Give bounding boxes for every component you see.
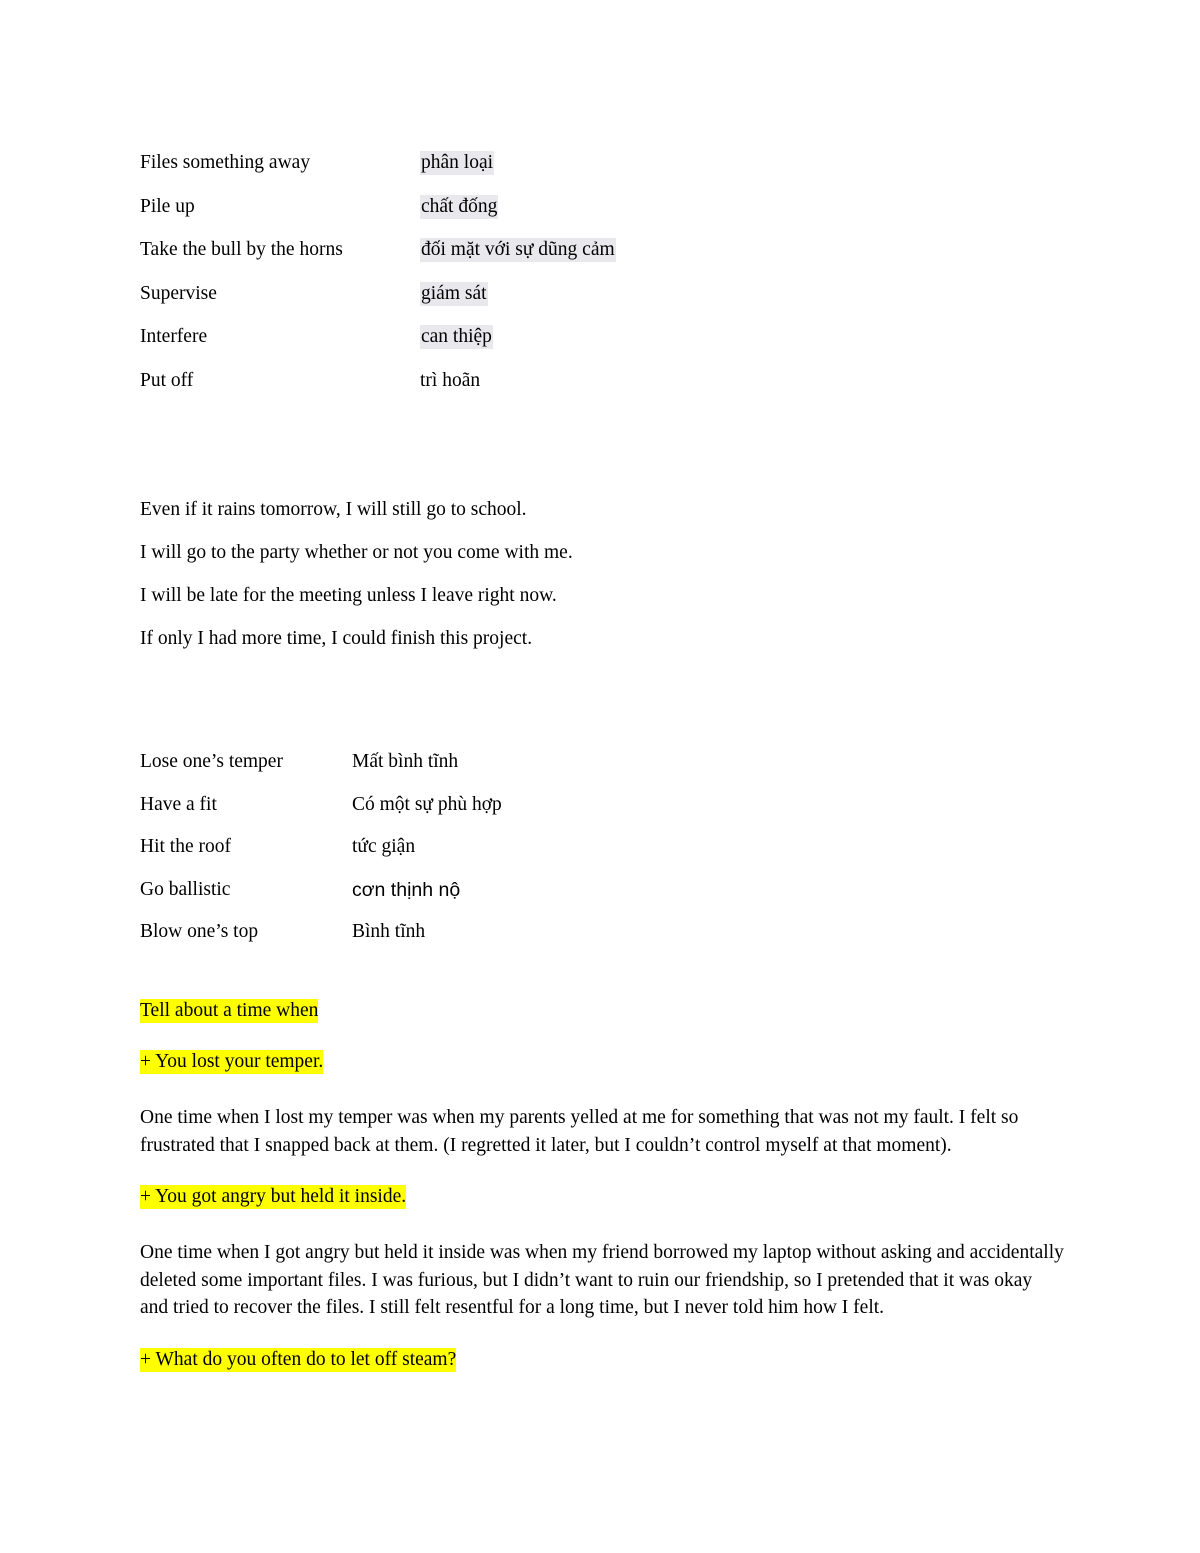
- speaking-prompt-2-text: + You got angry but held it inside.: [140, 1185, 407, 1209]
- vocab-vietnamese-cell: giám sát: [420, 272, 616, 316]
- list-item: Even if it rains tomorrow, I will still …: [140, 499, 527, 520]
- speaking-section-heading: Tell about a time when: [140, 997, 1064, 1024]
- speaking-prompt-3: + What do you often do to let off steam?: [140, 1346, 1064, 1373]
- vocab-vietnamese-term: đối mặt với sự dũng cảm: [420, 238, 616, 262]
- vocab-english-term: Blow one’s top: [140, 921, 259, 942]
- table-row: Hit the roof tức giận: [140, 826, 502, 869]
- vocab-table-2: Lose one’s temper Mất bình tĩnh Have a f…: [140, 741, 502, 954]
- table-row: Supervise giám sát: [140, 272, 616, 316]
- speaking-prompt-1-text: + You lost your temper.: [140, 1050, 324, 1074]
- speaking-answer-1: One time when I lost my temper was when …: [140, 1107, 1019, 1156]
- vocab-table-1: Files something away phân loại Pile up c…: [140, 141, 616, 402]
- table-row: Files something away phân loại: [140, 141, 616, 185]
- speaking-section: Tell about a time when + You lost your t…: [140, 997, 1064, 1373]
- table-row: Pile up chất đống: [140, 185, 616, 229]
- vocab-english-term: Go ballistic: [140, 878, 231, 900]
- table-row: Put off trì hoãn: [140, 359, 616, 403]
- vocab-vietnamese-term: chất đống: [420, 194, 499, 219]
- vocab-vietnamese-term: phân loại: [420, 151, 495, 175]
- vocab-english-term: Supervise: [140, 282, 217, 304]
- vocab-vietnamese-term: Mất bình tĩnh: [352, 751, 459, 772]
- vocab-english-term: Have a fit: [140, 793, 217, 815]
- vocab-vietnamese-term: cơn thịnh nộ: [352, 878, 461, 901]
- speaking-answer-2: One time when I got angry but held it in…: [140, 1242, 1064, 1318]
- example-sentences-section: Even if it rains tomorrow, I will still …: [140, 488, 573, 660]
- vocab-vietnamese-cell: phân loại: [420, 141, 616, 185]
- vocab-vietnamese-term: Có một sự phù hợp: [352, 793, 502, 815]
- speaking-heading-text: Tell about a time when: [140, 999, 319, 1023]
- vocab-english-term: Put off: [140, 369, 194, 391]
- vocab-english-term: Hit the roof: [140, 836, 231, 857]
- vocab-vietnamese-term: tức giận: [352, 836, 416, 857]
- vocab-section-2: Lose one’s temper Mất bình tĩnh Have a f…: [140, 741, 502, 954]
- vocab-vietnamese-term: can thiệp: [420, 325, 493, 349]
- table-row: Interfere can thiệp: [140, 315, 616, 359]
- list-item: If only I had more time, I could finish …: [140, 628, 533, 649]
- vocab-english-term: Take the bull by the horns: [140, 239, 343, 260]
- vocab-english-term: Interfere: [140, 326, 208, 347]
- vocab-vietnamese-term: Bình tĩnh: [352, 921, 426, 942]
- vocab-english-term: Files something away: [140, 152, 311, 173]
- example-sentence-list: Even if it rains tomorrow, I will still …: [140, 488, 573, 660]
- speaking-prompt-2: + You got angry but held it inside.: [140, 1183, 1064, 1210]
- vocab-vietnamese-cell: can thiệp: [420, 315, 616, 359]
- vocab-section-1: Files something away phân loại Pile up c…: [140, 141, 616, 402]
- speaking-prompt-3-text: + What do you often do to let off steam?: [140, 1347, 457, 1372]
- table-row: Lose one’s temper Mất bình tĩnh: [140, 741, 502, 784]
- table-row: Have a fit Có một sự phù hợp: [140, 784, 502, 827]
- vocab-vietnamese-cell: chất đống: [420, 185, 616, 229]
- table-row: Blow one’s top Bình tĩnh: [140, 911, 502, 954]
- vocab-vietnamese-term: trì hoãn: [420, 369, 481, 391]
- list-item: I will go to the party whether or not yo…: [140, 542, 573, 563]
- vocab-english-term: Pile up: [140, 195, 195, 217]
- table-row: Go ballistic cơn thịnh nộ: [140, 869, 502, 912]
- speaking-prompt-1: + You lost your temper.: [140, 1048, 1064, 1075]
- vocab-vietnamese-cell: trì hoãn: [420, 359, 616, 403]
- vocab-vietnamese-cell: đối mặt với sự dũng cảm: [420, 228, 616, 272]
- list-item: I will be late for the meeting unless I …: [140, 585, 557, 606]
- document-page: Files something away phân loại Pile up c…: [0, 0, 1200, 1553]
- vocab-english-term: Lose one’s temper: [140, 751, 283, 772]
- table-row: Take the bull by the horns đối mặt với s…: [140, 228, 616, 272]
- vocab-vietnamese-term: giám sát: [420, 281, 488, 306]
